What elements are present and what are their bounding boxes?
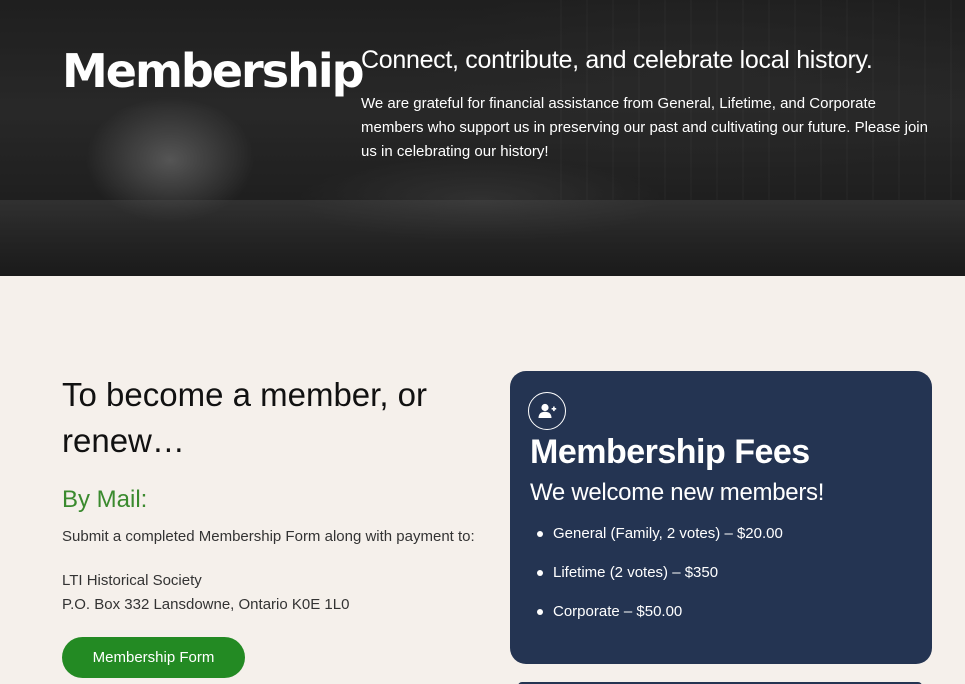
mail-instructions: Submit a completed Membership Form along… — [62, 528, 475, 545]
fees-title: Membership Fees — [530, 433, 810, 471]
fee-item-label: Lifetime (2 votes) – $350 — [553, 564, 719, 581]
fees-subtitle: We welcome new members! — [530, 479, 825, 506]
user-plus-icon — [528, 392, 566, 430]
hero-description: We are grateful for financial assistance… — [361, 95, 928, 160]
mailing-address: LTI Historical Society P.O. Box 332 Lans… — [62, 569, 492, 617]
bullet-icon — [537, 531, 543, 537]
bullet-icon — [537, 570, 543, 576]
membership-fees-card: Membership Fees We welcome new members! … — [510, 371, 932, 664]
join-section: To become a member, or renew… By Mail: S… — [62, 372, 492, 617]
fee-item: Corporate – $50.00 — [537, 603, 783, 642]
page-title: Membership — [62, 44, 365, 98]
join-heading: To become a member, or renew… — [62, 376, 427, 459]
fee-item-label: Corporate – $50.00 — [553, 603, 683, 620]
by-mail-heading: By Mail: — [62, 486, 148, 513]
fees-list: General (Family, 2 votes) – $20.00 Lifet… — [537, 525, 783, 642]
address-line-2: P.O. Box 332 Lansdowne, Ontario K0E 1L0 — [62, 596, 350, 613]
hero-banner: Membership Connect, contribute, and cele… — [0, 0, 965, 276]
bullet-icon — [537, 609, 543, 615]
fee-item: General (Family, 2 votes) – $20.00 — [537, 525, 783, 564]
hero-tagline: Connect, contribute, and celebrate local… — [361, 46, 873, 74]
membership-form-button[interactable]: Membership Form — [62, 637, 245, 678]
fee-item-label: General (Family, 2 votes) – $20.00 — [553, 525, 783, 542]
address-line-1: LTI Historical Society — [62, 572, 202, 589]
fee-item: Lifetime (2 votes) – $350 — [537, 564, 783, 603]
